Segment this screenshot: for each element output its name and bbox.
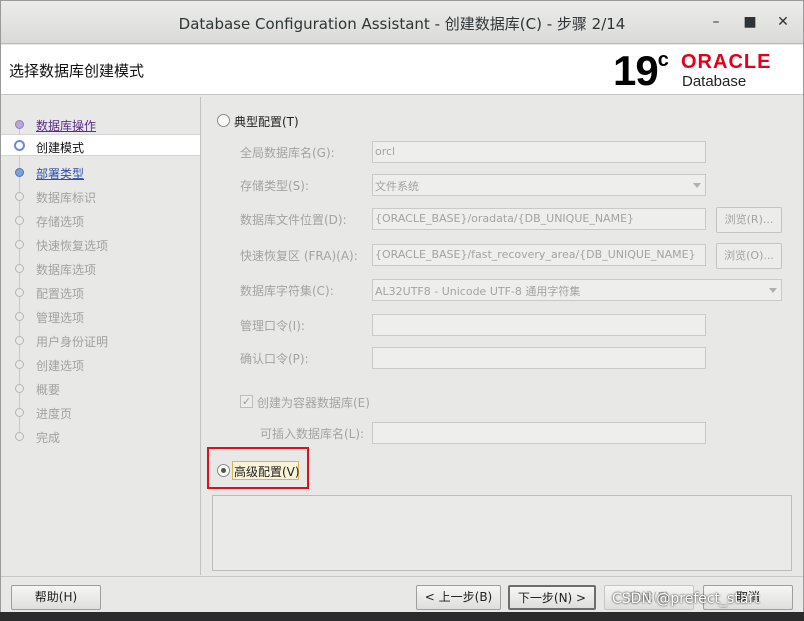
logo-version-suffix: c — [657, 49, 669, 71]
next-button[interactable]: 下一步(N) > — [508, 585, 596, 610]
step-db-options: 数据库选项 — [1, 257, 200, 279]
charset-label: 数据库字符集(C): — [240, 284, 334, 298]
global-db-name-input[interactable]: orcl — [372, 141, 706, 163]
step-dot-icon — [15, 216, 24, 225]
advanced-config-radio[interactable] — [217, 464, 230, 477]
step-dot-icon — [15, 384, 24, 393]
csdn-watermark: CSDN @prefect_start — [612, 591, 760, 607]
back-button[interactable]: < 上一步(B) — [416, 585, 501, 610]
step-label: 数据库选项 — [36, 263, 97, 277]
logo-version-number: 19 — [613, 47, 659, 94]
step-label: 创建选项 — [36, 359, 85, 373]
pluggable-db-name-label: 可插入数据库名(L): — [260, 427, 365, 441]
confirm-password-label: 确认口令(P): — [240, 352, 309, 366]
maximize-icon[interactable]: ■ — [739, 11, 761, 33]
storage-type-select[interactable]: 文件系统 — [372, 174, 706, 196]
oracle-logo-version: 19c — [613, 47, 669, 95]
step-label: 用户身份证明 — [36, 335, 109, 349]
step-dot-icon — [15, 312, 24, 321]
step-current-icon — [14, 140, 25, 151]
step-label: 管理选项 — [36, 311, 85, 325]
step-label: 创建模式 — [36, 141, 85, 155]
step-label: 进度页 — [36, 407, 73, 421]
oracle-logo: ORACLE — [681, 51, 772, 73]
confirm-password-input[interactable] — [372, 347, 706, 369]
step-dot-icon — [15, 168, 24, 177]
charset-select[interactable]: AL32UTF8 - Unicode UTF-8 通用字符集 — [372, 279, 782, 301]
step-dot-icon — [15, 360, 24, 369]
container-db-label: 创建为容器数据库(E) — [257, 396, 370, 410]
step-dot-icon — [15, 120, 24, 129]
browse-db-location-button[interactable]: 浏览(R)... — [716, 207, 782, 233]
step-label: 概要 — [36, 383, 61, 397]
step-user-credentials: 用户身份证明 — [1, 329, 200, 351]
step-creation-mode[interactable]: 创建模式 — [1, 134, 200, 156]
description-area — [212, 495, 792, 571]
page-title: 选择数据库创建模式 — [9, 62, 145, 80]
step-config-options: 配置选项 — [1, 281, 200, 303]
dbca-window: Database Configuration Assistant - 创建数据库… — [0, 0, 804, 612]
step-dot-icon — [15, 240, 24, 249]
step-summary: 概要 — [1, 377, 200, 399]
step-db-operation[interactable]: 数据库操作 — [1, 113, 200, 135]
step-label: 存储选项 — [36, 215, 85, 229]
oracle-product-name: Database — [682, 73, 747, 90]
step-dot-icon — [15, 336, 24, 345]
step-progress: 进度页 — [1, 401, 200, 423]
step-management-options: 管理选项 — [1, 305, 200, 327]
step-db-identification: 数据库标识 — [1, 185, 200, 207]
steps-sidebar: 数据库操作 创建模式 部署类型 数据库标识 存储选项 快速恢复选项 数据库选项 … — [1, 97, 201, 575]
typical-config-radio[interactable] — [217, 114, 230, 127]
chevron-down-icon — [769, 288, 777, 293]
step-label: 数据库操作 — [36, 119, 97, 133]
container-db-checkbox[interactable]: ✓ — [240, 395, 253, 408]
storage-type-label: 存储类型(S): — [240, 179, 310, 193]
page-header: 选择数据库创建模式 19c ORACLE Database — [1, 45, 803, 95]
db-file-location-label: 数据库文件位置(D): — [240, 213, 347, 227]
fra-label: 快速恢复区 (FRA)(A): — [240, 249, 358, 263]
chevron-down-icon — [693, 183, 701, 188]
admin-password-input[interactable] — [372, 314, 706, 336]
step-fast-recovery: 快速恢复选项 — [1, 233, 200, 255]
step-finish: 完成 — [1, 425, 200, 447]
step-deployment-type[interactable]: 部署类型 — [1, 161, 200, 183]
step-label: 完成 — [36, 431, 61, 445]
global-db-name-label: 全局数据库名(G): — [240, 146, 335, 160]
title-bar[interactable]: Database Configuration Assistant - 创建数据库… — [1, 1, 803, 44]
step-dot-icon — [15, 264, 24, 273]
browse-fra-button[interactable]: 浏览(O)... — [716, 243, 782, 269]
advanced-config-label[interactable]: 高级配置(V) — [234, 463, 300, 480]
step-storage-options: 存储选项 — [1, 209, 200, 231]
step-dot-icon — [15, 192, 24, 201]
step-label: 数据库标识 — [36, 191, 97, 205]
step-label: 配置选项 — [36, 287, 85, 301]
creation-mode-panel: 典型配置(T) 全局数据库名(G): orcl 存储类型(S): 文件系统 数据… — [202, 97, 803, 575]
storage-type-value: 文件系统 — [375, 180, 419, 193]
close-icon[interactable]: ✕ — [772, 11, 794, 33]
fra-location-input[interactable]: {ORACLE_BASE}/fast_recovery_area/{DB_UNI… — [372, 244, 706, 266]
step-creation-options: 创建选项 — [1, 353, 200, 375]
window-title: Database Configuration Assistant - 创建数据库… — [178, 15, 626, 33]
db-file-location-input[interactable]: {ORACLE_BASE}/oradata/{DB_UNIQUE_NAME} — [372, 208, 706, 230]
admin-password-label: 管理口令(I): — [240, 319, 305, 333]
help-button[interactable]: 帮助(H) — [11, 585, 101, 610]
step-label: 部署类型 — [36, 167, 85, 181]
typical-config-label[interactable]: 典型配置(T) — [234, 113, 299, 130]
step-dot-icon — [15, 432, 24, 441]
minimize-icon[interactable]: – — [705, 11, 727, 33]
step-dot-icon — [15, 288, 24, 297]
step-dot-icon — [15, 408, 24, 417]
step-label: 快速恢复选项 — [36, 239, 109, 253]
pluggable-db-name-input[interactable] — [372, 422, 706, 444]
charset-value: AL32UTF8 - Unicode UTF-8 通用字符集 — [375, 285, 581, 298]
